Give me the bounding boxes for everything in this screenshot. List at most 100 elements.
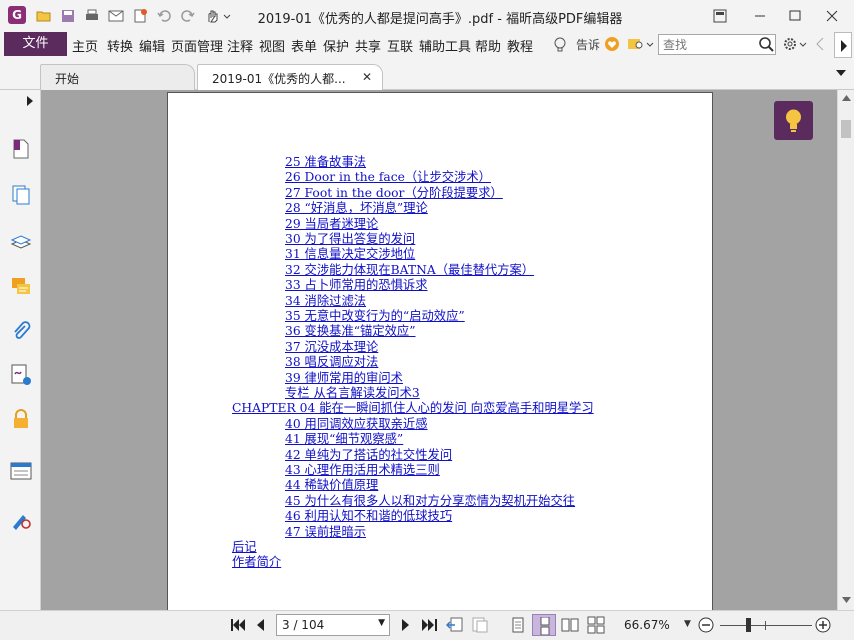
toc-link[interactable]: 43 心理作用活用术精选三则	[285, 463, 440, 478]
toc-link[interactable]: 35 无意中改变行为的“启动效应”	[285, 309, 465, 324]
gear-icon[interactable]	[782, 36, 808, 52]
menu-convert[interactable]: 转换	[107, 36, 133, 55]
ribbon-mode-icon[interactable]	[710, 6, 730, 26]
facing-view-icon[interactable]	[561, 616, 579, 634]
menu-accessibility[interactable]: 辅助工具	[419, 36, 471, 55]
content-panel-icon[interactable]	[10, 460, 32, 482]
layers-panel-icon[interactable]	[10, 230, 32, 252]
tab-close-icon[interactable]: ✕	[362, 70, 372, 84]
toc-link[interactable]: 42 单纯为了搭话的社交性发问	[285, 448, 452, 463]
save-icon[interactable]	[60, 8, 76, 24]
zoom-slider-thumb[interactable]	[746, 618, 751, 632]
menu-home[interactable]: 主页	[72, 36, 98, 55]
menu-help[interactable]: 帮助	[475, 36, 501, 55]
toc-link[interactable]: 27 Foot in the door（分阶段提要求）	[285, 186, 503, 201]
lightbulb-icon[interactable]	[553, 37, 567, 53]
redo-icon[interactable]	[180, 8, 196, 24]
last-page-icon[interactable]	[420, 616, 438, 634]
menu-edit[interactable]: 编辑	[139, 36, 165, 55]
pdf-page[interactable]: 25 准备故事法 26 Door in the face（让步交涉术） 27 Foo…	[167, 92, 713, 610]
minimize-icon[interactable]	[750, 6, 770, 26]
scroll-up-arrow-icon[interactable]	[842, 94, 851, 102]
toc-link[interactable]: 作者简介	[232, 555, 281, 570]
page-dropdown-icon[interactable]: ▼	[378, 618, 385, 628]
toc-link[interactable]: 专栏 从名言解读发问术3	[285, 386, 420, 401]
toc-link[interactable]: 37 沉没成本理论	[285, 340, 378, 355]
toc-link[interactable]: 39 律师常用的审问术	[285, 371, 403, 386]
zoom-dropdown-icon[interactable]: ▼	[684, 619, 691, 629]
menu-comment[interactable]: 注释	[227, 36, 253, 55]
zoom-slider-track[interactable]	[720, 625, 812, 626]
toc-link[interactable]: 38 唱反调应对法	[285, 355, 378, 370]
first-page-icon[interactable]	[229, 616, 247, 634]
zoom-in-icon[interactable]	[814, 616, 832, 634]
maximize-icon[interactable]	[785, 6, 805, 26]
toc-link[interactable]: 28 “好消息，坏消息”理论	[285, 201, 428, 216]
toc-link[interactable]: 46 利用认知不和谐的低球技巧	[285, 509, 452, 524]
toc-link[interactable]: 45 为什么有很多人以和对方分享恋情为契机开始交往	[285, 494, 575, 509]
zoom-out-icon[interactable]	[697, 616, 715, 634]
page-number-field[interactable]: 3 / 104 ▼	[276, 614, 390, 636]
security-lock-icon[interactable]	[10, 408, 32, 430]
toc-link[interactable]: 33 占卜师常用的恐惧诉求	[285, 278, 428, 293]
toc-link[interactable]: 34 消除过滤法	[285, 294, 366, 309]
new-document-icon[interactable]	[132, 8, 148, 24]
toc-link[interactable]: 29 当局者迷理论	[285, 217, 378, 232]
open-folder-icon[interactable]	[36, 8, 52, 24]
print-icon[interactable]	[84, 8, 100, 24]
file-menu-button[interactable]: 文件	[4, 32, 67, 56]
vertical-scrollbar-thumb[interactable]	[841, 120, 851, 138]
toc-link[interactable]: 44 稀缺价值原理	[285, 478, 378, 493]
document-view[interactable]: 25 准备故事法 26 Door in the face（让步交涉术） 27 Foo…	[41, 90, 837, 610]
menu-form[interactable]: 表单	[291, 36, 317, 55]
toc-link[interactable]: CHAPTER 04 能在一瞬间抓住人心的发问 向恋爱高手和明星学习	[232, 401, 594, 416]
toc-link[interactable]: 40 用同调效应获取亲近感	[285, 417, 428, 432]
previous-page-icon[interactable]	[252, 616, 270, 634]
search-icon[interactable]	[758, 36, 774, 52]
tips-button[interactable]	[774, 101, 813, 140]
undo-icon[interactable]	[156, 8, 172, 24]
toc-link[interactable]: 26 Door in the face（让步交涉术）	[285, 170, 491, 185]
scroll-down-arrow-icon[interactable]	[842, 596, 851, 604]
menu-page-manage[interactable]: 页面管理	[171, 36, 223, 55]
menu-connect[interactable]: 互联	[387, 36, 413, 55]
previous-view-icon[interactable]	[446, 616, 464, 634]
menu-tutorial[interactable]: 教程	[507, 36, 533, 55]
toc-link[interactable]: 32 交涉能力体现在BATNA（最佳替代方案）	[285, 263, 534, 278]
menu-view[interactable]: 视图	[259, 36, 285, 55]
menu-share[interactable]: 共享	[355, 36, 381, 55]
sidebar-expand-icon[interactable]	[26, 96, 34, 106]
zoom-level[interactable]: 66.67%	[624, 618, 670, 632]
tab-list-dropdown-icon[interactable]	[835, 68, 847, 78]
toc-link[interactable]: 25 准备故事法	[285, 155, 366, 170]
ribbon-left-arrow-icon[interactable]	[814, 37, 826, 51]
toc-link[interactable]: 31 信息量决定交涉地位	[285, 247, 415, 262]
next-view-icon[interactable]	[471, 616, 489, 634]
certify-panel-icon[interactable]	[10, 508, 32, 530]
toc-link[interactable]: 后记	[232, 540, 257, 555]
find-options-icon[interactable]	[627, 36, 655, 52]
tell-me-label[interactable]: 告诉	[576, 36, 600, 53]
continuous-view-button[interactable]	[532, 614, 556, 636]
toc-link[interactable]: 41 展现“细节观察感”	[285, 432, 403, 447]
menu-protect[interactable]: 保护	[323, 36, 349, 55]
toc-link[interactable]: 36 变换基准“锚定效应”	[285, 324, 416, 339]
ribbon-right-arrow[interactable]	[834, 32, 852, 58]
next-page-icon[interactable]	[396, 616, 414, 634]
signatures-panel-icon[interactable]	[10, 364, 32, 386]
pages-panel-icon[interactable]	[10, 184, 32, 206]
email-icon[interactable]	[108, 8, 124, 24]
toc-link[interactable]: 30 为了得出答复的发问	[285, 232, 415, 247]
single-page-view-icon[interactable]	[509, 616, 527, 634]
tab-start[interactable]: 开始	[40, 64, 195, 90]
comments-panel-icon[interactable]	[10, 276, 32, 298]
bookmark-panel-icon[interactable]	[10, 138, 32, 160]
continuous-facing-view-icon[interactable]	[587, 616, 605, 634]
hand-tool-icon[interactable]	[204, 8, 232, 24]
tab-document[interactable]: 2019-01《优秀的人都... ✕	[197, 64, 383, 90]
vertical-scrollbar[interactable]	[837, 90, 854, 610]
feedback-heart-icon[interactable]	[604, 36, 620, 52]
close-icon[interactable]	[822, 6, 842, 26]
toc-link[interactable]: 47 误前提暗示	[285, 525, 366, 540]
attachments-panel-icon[interactable]	[10, 320, 32, 342]
